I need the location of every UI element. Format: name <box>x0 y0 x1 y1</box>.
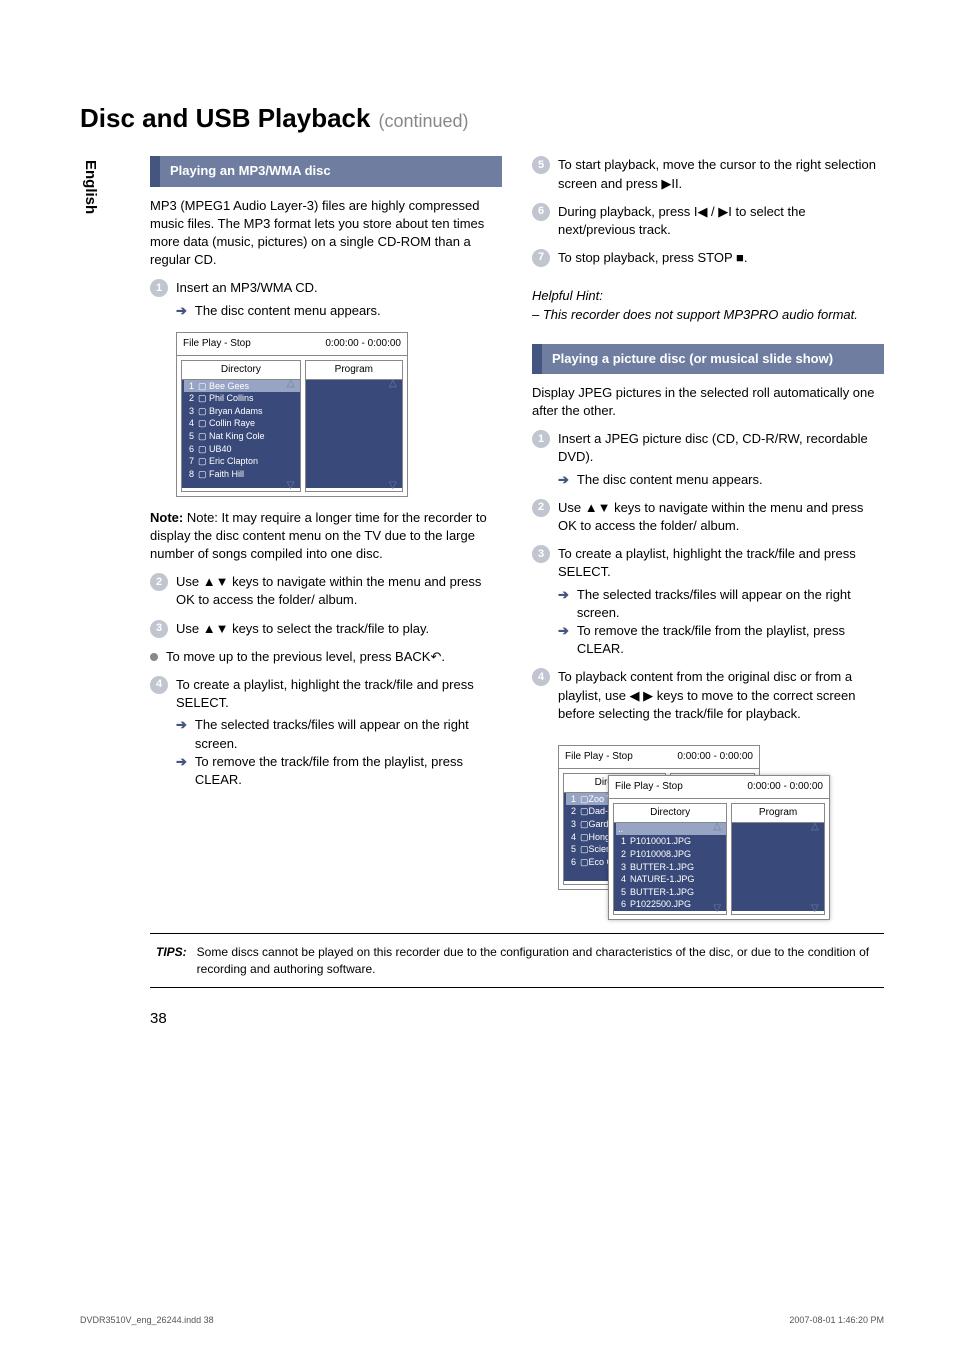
arrow-icon: ➔ <box>558 622 569 658</box>
step-text: Use ▲▼ keys to select the track/file to … <box>176 620 429 638</box>
helpful-hint: Helpful Hint: – This recorder does not s… <box>532 287 884 323</box>
osd-screenshot-1: File Play - Stop 0:00:00 - 0:00:00 Direc… <box>176 332 408 497</box>
step-text: To create a playlist, highlight the trac… <box>558 545 884 581</box>
step-number-icon: 1 <box>150 279 168 297</box>
step-number-icon: 2 <box>150 573 168 591</box>
arrow-text: The selected tracks/files will appear on… <box>577 586 884 622</box>
mp3-intro: MP3 (MPEG1 Audio Layer-3) files are high… <box>150 197 502 270</box>
arrow-icon: ➔ <box>176 302 187 320</box>
step-number-icon: 2 <box>532 499 550 517</box>
step-text: To start playback, move the cursor to th… <box>558 156 884 192</box>
pic-step-3: 3 To create a playlist, highlight the tr… <box>532 545 884 581</box>
bullet-text: To move up to the previous level, press … <box>166 648 445 666</box>
step-number-icon: 3 <box>532 545 550 563</box>
scroll-up-icon: △ <box>389 377 399 387</box>
footer-right: 2007-08-01 1:46:20 PM <box>789 1314 884 1327</box>
hint-head: Helpful Hint: <box>532 288 603 303</box>
footer: DVDR3510V_eng_26244.indd 38 2007-08-01 1… <box>80 1314 884 1327</box>
step-number-icon: 5 <box>532 156 550 174</box>
arrow-text: To remove the track/file from the playli… <box>195 753 502 789</box>
arrow-result: ➔ The disc content menu appears. <box>558 471 884 489</box>
scroll-up-icon: △ <box>713 820 723 830</box>
step-number-icon: 6 <box>532 203 550 221</box>
step-text: To stop playback, press STOP ■. <box>558 249 747 267</box>
scroll-up-icon: △ <box>811 820 821 830</box>
title-main: Disc and USB Playback <box>80 100 370 136</box>
step-text: Use ▲▼ keys to navigate within the menu … <box>558 499 884 535</box>
language-tab: English <box>80 160 101 214</box>
step-3: 3 Use ▲▼ keys to select the track/file t… <box>150 620 502 638</box>
page-number: 38 <box>150 1008 884 1029</box>
step-text: Insert an MP3/WMA CD. <box>176 279 318 297</box>
step-4: 4 To create a playlist, highlight the tr… <box>150 676 502 712</box>
picture-intro: Display JPEG pictures in the selected ro… <box>532 384 884 420</box>
hint-body: – This recorder does not support MP3PRO … <box>532 307 858 322</box>
step-number-icon: 4 <box>150 676 168 694</box>
arrow-text: The disc content menu appears. <box>195 302 381 320</box>
tips-text: Some discs cannot be played on this reco… <box>197 944 878 978</box>
arrow-result: ➔ The selected tracks/files will appear … <box>176 716 502 752</box>
section-head-mp3: Playing an MP3/WMA disc <box>150 156 502 186</box>
osd-front: File Play - Stop 0:00:00 - 0:00:00 Direc… <box>608 775 830 920</box>
scroll-down-icon: ▽ <box>811 902 821 912</box>
arrow-result: ➔ To remove the track/file from the play… <box>558 622 884 658</box>
title-suffix: (continued) <box>378 109 468 134</box>
step-number-icon: 4 <box>532 668 550 686</box>
left-column: Playing an MP3/WMA disc MP3 (MPEG1 Audio… <box>150 146 502 913</box>
osd-header-left: File Play - Stop <box>183 337 251 351</box>
step-6: 6 During playback, press I◀ / ▶I to sele… <box>532 203 884 239</box>
bullet-back: To move up to the previous level, press … <box>150 648 502 666</box>
page-title: Disc and USB Playback (continued) <box>80 100 884 136</box>
step-1: 1 Insert an MP3/WMA CD. <box>150 279 502 297</box>
osd-dir-list: 1▢ Bee Gees 2▢ Phil Collins 3▢ Bryan Ada… <box>182 380 300 488</box>
bullet-icon <box>150 653 158 661</box>
step-text: During playback, press I◀ / ▶I to select… <box>558 203 884 239</box>
osd-directory-pane: Directory 1▢ Bee Gees 2▢ Phil Collins 3▢… <box>181 360 301 492</box>
right-column: 5 To start playback, move the cursor to … <box>532 146 884 913</box>
osd-header-right: 0:00:00 - 0:00:00 <box>325 337 401 351</box>
arrow-icon: ➔ <box>558 586 569 622</box>
tips-box: TIPS: Some discs cannot be played on thi… <box>150 933 884 989</box>
osd-dir-label: Directory <box>182 361 300 380</box>
step-7: 7 To stop playback, press STOP ■. <box>532 249 884 267</box>
arrow-icon: ➔ <box>176 716 187 752</box>
step-text: To playback content from the original di… <box>558 668 884 723</box>
arrow-result: ➔ The selected tracks/files will appear … <box>558 586 884 622</box>
step-2: 2 Use ▲▼ keys to navigate within the men… <box>150 573 502 609</box>
scroll-down-icon: ▽ <box>287 479 297 489</box>
osd-program-pane: Program △ ▽ <box>305 360 403 492</box>
osd-prog-label: Program <box>306 361 402 380</box>
arrow-icon: ➔ <box>176 753 187 789</box>
arrow-result: ➔ The disc content menu appears. <box>176 302 502 320</box>
pic-step-2: 2 Use ▲▼ keys to navigate within the men… <box>532 499 884 535</box>
step-number-icon: 7 <box>532 249 550 267</box>
arrow-icon: ➔ <box>558 471 569 489</box>
step-text: To create a playlist, highlight the trac… <box>176 676 502 712</box>
step-number-icon: 1 <box>532 430 550 448</box>
tips-label: TIPS: <box>156 944 187 978</box>
arrow-text: To remove the track/file from the playli… <box>577 622 884 658</box>
step-text: Insert a JPEG picture disc (CD, CD-R/RW,… <box>558 430 884 466</box>
footer-left: DVDR3510V_eng_26244.indd 38 <box>80 1314 214 1327</box>
mp3-note: Note: Note: It may require a longer time… <box>150 509 502 564</box>
arrow-text: The selected tracks/files will appear on… <box>195 716 502 752</box>
pic-step-1: 1 Insert a JPEG picture disc (CD, CD-R/R… <box>532 430 884 466</box>
osd-header-left: File Play - Stop <box>565 750 633 764</box>
scroll-down-icon: ▽ <box>389 479 399 489</box>
osd-header-right: 0:00:00 - 0:00:00 <box>747 780 823 794</box>
arrow-text: The disc content menu appears. <box>577 471 763 489</box>
osd-header-right: 0:00:00 - 0:00:00 <box>677 750 753 764</box>
section-head-picture: Playing a picture disc (or musical slide… <box>532 344 884 374</box>
arrow-result: ➔ To remove the track/file from the play… <box>176 753 502 789</box>
step-text: Use ▲▼ keys to navigate within the menu … <box>176 573 502 609</box>
osd-screenshot-2: File Play - Stop 0:00:00 - 0:00:00 Direc… <box>558 733 848 903</box>
scroll-down-icon: ▽ <box>713 902 723 912</box>
osd-header-left: File Play - Stop <box>615 780 683 794</box>
scroll-up-icon: △ <box>287 377 297 387</box>
step-5: 5 To start playback, move the cursor to … <box>532 156 884 192</box>
step-number-icon: 3 <box>150 620 168 638</box>
pic-step-4: 4 To playback content from the original … <box>532 668 884 723</box>
